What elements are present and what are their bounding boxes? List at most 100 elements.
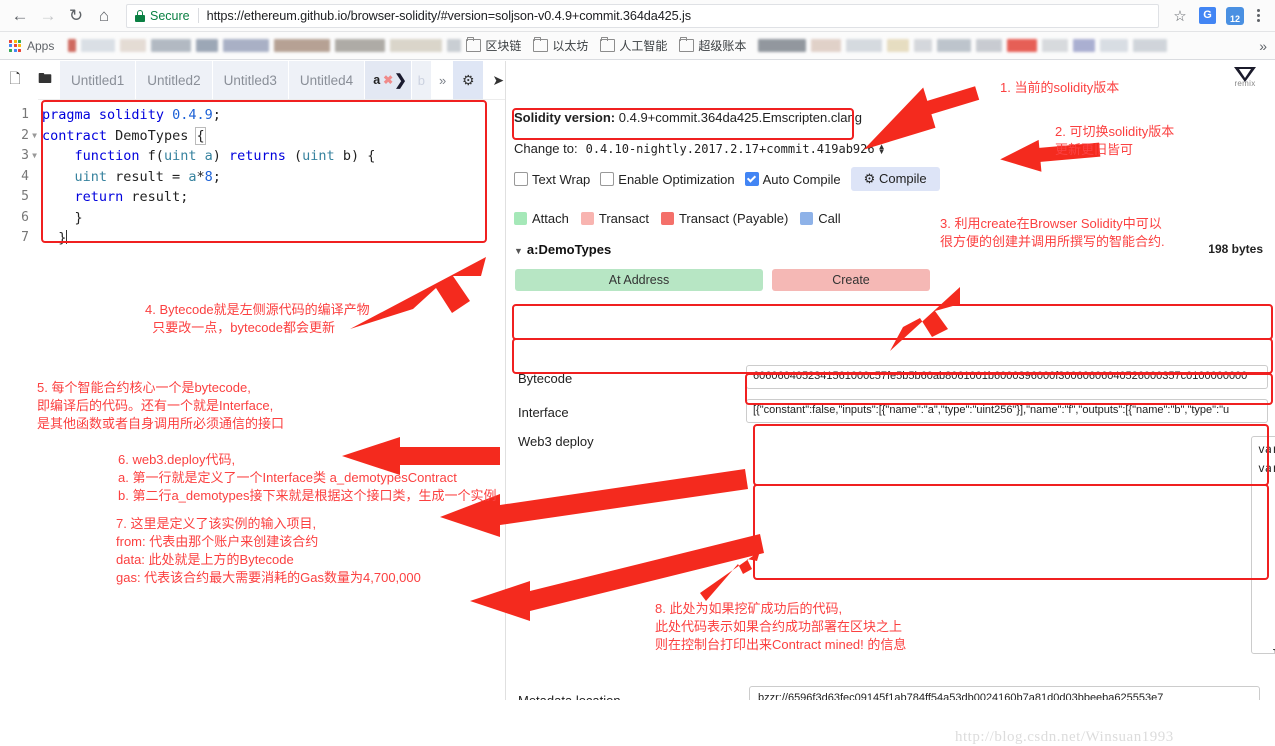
code-line: contract DemoTypes { bbox=[42, 126, 206, 145]
contract-header[interactable]: ▼ a:DemoTypes bbox=[514, 242, 611, 257]
interface-field[interactable]: [{"constant":false,"inputs":[{"name":"a"… bbox=[746, 399, 1268, 423]
bookmark-label: 超级账本 bbox=[698, 39, 747, 53]
bookmark-blurred[interactable] bbox=[1133, 39, 1168, 52]
tabs-overflow-icon[interactable]: » bbox=[432, 73, 453, 88]
bookmark-blurred[interactable] bbox=[811, 39, 842, 52]
code-line: } bbox=[42, 209, 83, 226]
annotation-1: 1. 当前的solidity版本 bbox=[1000, 80, 1120, 95]
bookmark-blurred[interactable] bbox=[914, 39, 933, 52]
address-bar[interactable]: Secure https://ethereum.github.io/browse… bbox=[126, 3, 1159, 28]
code-line: uint result = a*8; bbox=[74, 168, 221, 185]
enable-optimization-checkbox[interactable] bbox=[600, 171, 615, 186]
web3-line: gas: '4700000' bbox=[1258, 533, 1275, 552]
annotation-6: 6. web3.deploy代码, a. 第一行就是定义了一个Interface… bbox=[118, 452, 497, 503]
web3-line: { bbox=[1258, 477, 1275, 496]
notes-extension-icon[interactable]: 12 bbox=[1223, 4, 1247, 28]
bookmark-star-icon[interactable]: ☆ bbox=[1167, 3, 1193, 29]
bytecode-row: Bytecode bbox=[518, 371, 572, 386]
browser-toolbar: ← → ↻ ⌂ Secure https://ethereum.github.i… bbox=[0, 0, 1275, 32]
text-wrap-checkbox[interactable] bbox=[514, 171, 528, 186]
gear-icon[interactable]: ⚙ bbox=[453, 61, 484, 99]
fold-icon[interactable]: ▼ bbox=[32, 146, 37, 167]
code-editor[interactable]: pragma solidity 0.4.9; contract DemoTypes… bbox=[42, 105, 497, 249]
bookmark-folder-blockchain[interactable]: 区块链 bbox=[466, 36, 521, 54]
auto-compile-checkbox[interactable] bbox=[744, 171, 759, 186]
line-number: 3 ▼ bbox=[0, 146, 38, 167]
chevron-right-icon[interactable]: ❯ bbox=[394, 71, 407, 89]
forward-button[interactable]: → bbox=[34, 2, 62, 30]
bytecode-field[interactable]: 6060604052341561000c57fe5b5b60ab8061001b… bbox=[746, 365, 1268, 389]
enable-optimization-option[interactable]: Enable Optimization bbox=[600, 171, 735, 187]
watermark: http://blog.csdn.net/Winsuan1993 bbox=[955, 729, 1174, 745]
line-number: 1 bbox=[21, 107, 29, 122]
bookmark-blurred[interactable] bbox=[447, 39, 462, 52]
bookmark-blurred[interactable] bbox=[151, 39, 192, 52]
bookmark-blurred[interactable] bbox=[120, 39, 147, 52]
remix-app: 🗋 🖿 Untitled1 Untitled2 Untitled3 Untitl… bbox=[0, 61, 1275, 745]
home-button[interactable]: ⌂ bbox=[90, 2, 118, 30]
bookmark-blurred[interactable] bbox=[1007, 39, 1038, 52]
bookmarks-bar: Apps 区块链 以太坊 人工智能 超级账本 » bbox=[0, 32, 1275, 60]
extension-badge-count: 12 bbox=[1226, 6, 1244, 25]
change-version-row[interactable]: Change to: 0.4.10-nightly.2017.2.17+comm… bbox=[514, 141, 886, 156]
bookmark-folder-ai[interactable]: 人工智能 bbox=[600, 36, 667, 54]
chrome-menu-button[interactable] bbox=[1247, 9, 1269, 22]
folder-icon bbox=[466, 36, 482, 52]
apps-label[interactable]: Apps bbox=[27, 39, 54, 53]
tab-b[interactable]: b bbox=[411, 61, 432, 99]
tab-untitled3[interactable]: Untitled3 bbox=[212, 61, 288, 99]
bookmark-folder-ethereum[interactable]: 以太坊 bbox=[533, 36, 588, 54]
bookmark-blurred[interactable] bbox=[335, 39, 386, 52]
fold-icon[interactable]: ▼ bbox=[32, 126, 37, 147]
apps-icon[interactable] bbox=[9, 39, 21, 52]
secure-label: Secure bbox=[150, 8, 190, 23]
back-button[interactable]: ← bbox=[6, 2, 34, 30]
version-select-value[interactable]: 0.4.10-nightly.2017.2.17+commit.419ab926 bbox=[586, 142, 875, 156]
bookmark-blurred[interactable] bbox=[758, 39, 807, 52]
annotation-2: 2. 可切换solidity版本 更新更旧皆可 bbox=[1055, 124, 1175, 157]
create-button[interactable]: Create bbox=[772, 269, 930, 291]
compile-button[interactable]: ⚙ Compile bbox=[850, 167, 940, 191]
new-file-icon[interactable]: 🗋 bbox=[0, 61, 30, 99]
bookmark-blurred[interactable] bbox=[846, 39, 883, 52]
bookmark-blurred[interactable] bbox=[937, 39, 972, 52]
tab-untitled2[interactable]: Untitled2 bbox=[136, 61, 212, 99]
legend-label: Attach bbox=[532, 211, 569, 226]
bookmark-blurred[interactable] bbox=[274, 39, 331, 52]
bookmark-blurred[interactable] bbox=[223, 39, 270, 52]
auto-compile-option[interactable]: Auto Compile bbox=[744, 171, 841, 187]
metadata-location-field[interactable]: bzzr://6596f3d63fec09145f1ab784ff54a53db… bbox=[749, 686, 1260, 700]
bookmark-blurred[interactable] bbox=[68, 39, 77, 52]
chevron-updown-icon[interactable]: ▲ ▼ bbox=[878, 142, 886, 155]
at-address-button[interactable]: At Address bbox=[515, 269, 763, 291]
bookmark-blurred[interactable] bbox=[1100, 39, 1129, 52]
web3-line: }, function (e, contract){ bbox=[1258, 552, 1275, 571]
bookmark-blurred[interactable] bbox=[887, 39, 910, 52]
web3-line: }) bbox=[1258, 645, 1275, 653]
web3-line: if (typeof contract.address !== 'undefin… bbox=[1258, 589, 1275, 608]
tab-a[interactable]: a ✖ ❯ bbox=[365, 61, 411, 99]
text-wrap-option[interactable]: Text Wrap bbox=[514, 171, 590, 187]
bookmark-blurred[interactable] bbox=[976, 39, 1003, 52]
line-number: 7 bbox=[21, 230, 29, 245]
bookmark-blurred[interactable] bbox=[1073, 39, 1096, 52]
interface-row: Interface bbox=[518, 405, 569, 420]
bookmark-folder-fabric[interactable]: 超级账本 bbox=[679, 36, 747, 54]
tab-untitled4[interactable]: Untitled4 bbox=[288, 61, 365, 99]
lock-icon bbox=[135, 9, 145, 22]
chevron-down-icon[interactable]: ▼ bbox=[514, 246, 523, 256]
tab-untitled1[interactable]: Untitled1 bbox=[60, 61, 136, 99]
bookmark-blurred[interactable] bbox=[1042, 39, 1069, 52]
bookmark-blurred[interactable] bbox=[196, 39, 219, 52]
bookmark-blurred[interactable] bbox=[390, 39, 443, 52]
close-icon[interactable]: ✖ bbox=[383, 73, 393, 87]
editor-gutter: 1 2 ▼ 3 ▼ 4 5 6 7 bbox=[0, 99, 38, 700]
editor-toolbar: 🗋 🖿 Untitled1 Untitled2 Untitled3 Untitl… bbox=[0, 61, 682, 100]
folder-icon bbox=[679, 36, 695, 52]
bookmarks-overflow-icon[interactable]: » bbox=[1259, 38, 1267, 54]
translate-extension-icon[interactable]: G bbox=[1196, 4, 1220, 28]
bookmark-blurred[interactable] bbox=[81, 39, 116, 52]
reload-button[interactable]: ↻ bbox=[62, 2, 90, 30]
open-folder-icon[interactable]: 🖿 bbox=[30, 61, 60, 99]
web3-deploy-field[interactable]: var a_demotypesContract = web3.eth.contr… bbox=[1251, 436, 1275, 654]
